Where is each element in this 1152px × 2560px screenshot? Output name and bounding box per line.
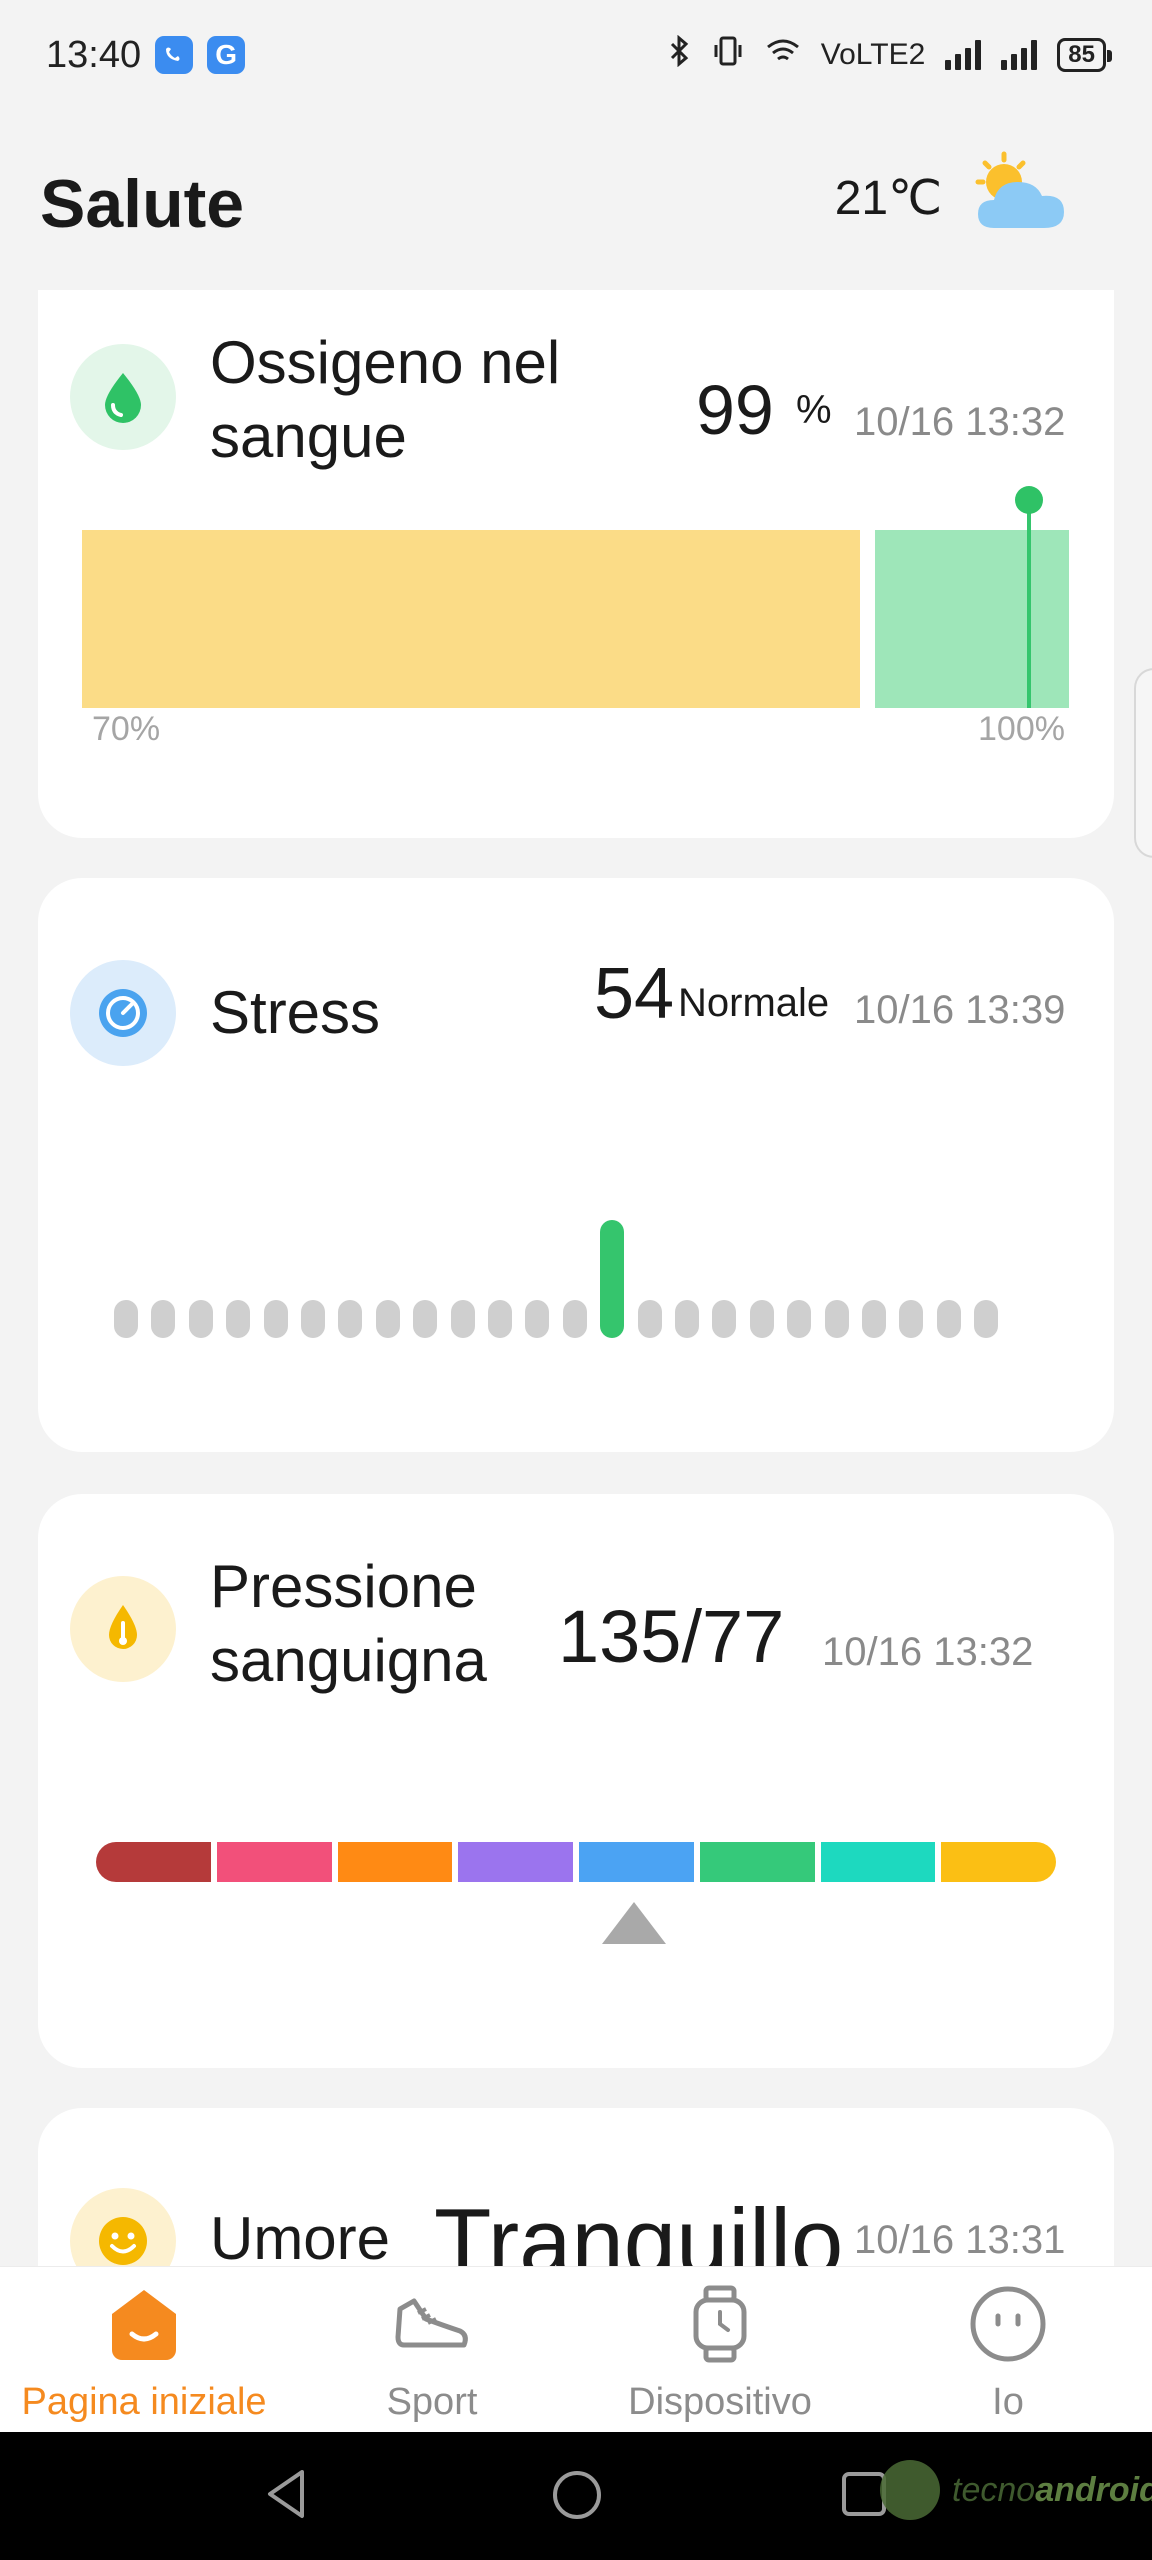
network-type: VoLTE2 [820, 38, 926, 71]
bottom-navigation: Pagina iniziale Sport Dispositivo Io [0, 2266, 1152, 2432]
blood-pressure-scale-segment [458, 1842, 573, 1882]
gauge-icon [70, 960, 176, 1066]
bluetooth-icon [669, 34, 691, 75]
stress-bar [375, 1300, 400, 1338]
blood-oxygen-label: Ossigeno nel sangue [210, 329, 561, 470]
watermark-logo-icon [880, 2460, 940, 2520]
nav-home-label: Pagina iniziale [21, 2381, 267, 2423]
signal-icon-1 [945, 40, 982, 70]
stress-bar [188, 1300, 213, 1338]
nav-sport[interactable]: Sport [288, 2267, 576, 2432]
spo2-normal-range-bar [875, 530, 1069, 708]
watermark-text: tecnoandroid [952, 2470, 1152, 2509]
stress-bar [338, 1300, 363, 1338]
spo2-marker-dot [1015, 486, 1043, 514]
blood-pressure-scale-segment [337, 1842, 453, 1882]
stress-bar [413, 1300, 438, 1338]
sneaker-icon [389, 2281, 475, 2367]
stress-bar [712, 1300, 737, 1338]
nav-me-label: Io [992, 2381, 1024, 2423]
weather-widget[interactable]: 21℃ [835, 150, 1074, 245]
vibrate-icon [711, 35, 745, 75]
stress-bar [862, 1300, 886, 1338]
stress-bar [488, 1300, 512, 1338]
nav-sport-label: Sport [386, 2381, 478, 2423]
mood-label: Umore [210, 2205, 391, 2272]
stress-bar [749, 1300, 774, 1338]
blood-pressure-scale-segment [699, 1842, 815, 1882]
nav-device-label: Dispositivo [628, 2381, 812, 2423]
home-icon [101, 2281, 187, 2367]
stress-bar [450, 1300, 475, 1338]
stress-bar-current [600, 1220, 625, 1338]
spo2-axis-max: 100% [978, 710, 1065, 748]
stress-bar [226, 1300, 251, 1338]
stress-bar [974, 1300, 999, 1338]
wifi-icon [765, 36, 801, 74]
stress-bar [936, 1300, 961, 1338]
google-app-icon: G [207, 36, 246, 74]
face-icon [965, 2281, 1051, 2367]
status-time: 13:40 [46, 33, 142, 76]
stress-bar [151, 1300, 176, 1338]
stress-timestamp: 10/16 13:39 [854, 988, 1066, 1032]
battery-icon: 85 [1057, 38, 1112, 72]
stress-bar [637, 1300, 662, 1338]
blood-pressure-scale [96, 1842, 1056, 1882]
status-bar: 13:40 G VoLTE2 85 [0, 0, 1152, 110]
stress-bar [263, 1300, 288, 1338]
nav-home[interactable]: Pagina iniziale [0, 2267, 288, 2432]
water-drop-icon [70, 344, 176, 450]
home-button-icon[interactable] [550, 2468, 604, 2527]
blood-oxygen-card[interactable]: Ossigeno nel sangue 99 % 10/16 13:32 70%… [38, 290, 1114, 838]
spo2-low-range-bar [82, 530, 860, 708]
status-icons: VoLTE2 85 [669, 34, 1112, 75]
temperature: 21℃ [834, 171, 942, 225]
stress-bar [525, 1300, 550, 1338]
side-panel-handle[interactable] [1134, 668, 1152, 858]
stress-level-chart [114, 1218, 1014, 1338]
blood-oxygen-value: 99 [696, 371, 774, 449]
watermark: tecnoandroid [880, 2460, 1152, 2520]
stress-value: 54 [594, 954, 675, 1034]
stress-label: Stress [210, 979, 381, 1046]
back-icon[interactable] [262, 2466, 310, 2527]
blood-pressure-timestamp: 10/16 13:32 [822, 1630, 1034, 1674]
stress-bar [899, 1300, 924, 1338]
mood-timestamp: 10/16 13:31 [854, 2218, 1066, 2262]
blood-pressure-scale-segment [820, 1842, 936, 1882]
stress-bar [301, 1300, 325, 1338]
page-title: Salute [40, 166, 245, 242]
blood-pressure-scale-segment [96, 1842, 211, 1882]
stress-bar [787, 1300, 812, 1338]
blood-pressure-label: Pressione sanguigna [210, 1553, 487, 1694]
blood-oxygen-unit: % [796, 388, 832, 432]
nav-device[interactable]: Dispositivo [576, 2267, 864, 2432]
stress-bar [562, 1300, 587, 1338]
stress-bar [824, 1300, 849, 1338]
stress-card[interactable]: Stress 54 Normale 10/16 13:39 [38, 878, 1114, 1452]
watch-icon [677, 2281, 763, 2367]
blood-pressure-icon [70, 1576, 176, 1682]
blood-oxygen-timestamp: 10/16 13:32 [854, 400, 1066, 444]
spo2-axis-min: 70% [92, 710, 161, 748]
blood-pressure-card[interactable]: Pressione sanguigna 135/77 10/16 13:32 [38, 1494, 1114, 2068]
signal-icon-2 [1001, 40, 1038, 70]
blood-pressure-scale-segment [579, 1842, 694, 1882]
blood-pressure-pointer [602, 1902, 666, 1944]
nav-me[interactable]: Io [864, 2267, 1152, 2432]
stress-state: Normale [678, 981, 830, 1025]
system-navigation-bar: tecnoandroid [0, 2432, 1152, 2560]
spo2-marker-line [1027, 502, 1031, 708]
call-app-icon [155, 36, 194, 74]
partly-cloudy-icon [964, 150, 1074, 245]
stress-bar [675, 1300, 699, 1338]
blood-pressure-scale-segment [941, 1842, 1056, 1882]
blood-pressure-value: 135/77 [558, 1595, 785, 1678]
stress-bar [114, 1300, 138, 1338]
blood-pressure-scale-segment [216, 1842, 332, 1882]
